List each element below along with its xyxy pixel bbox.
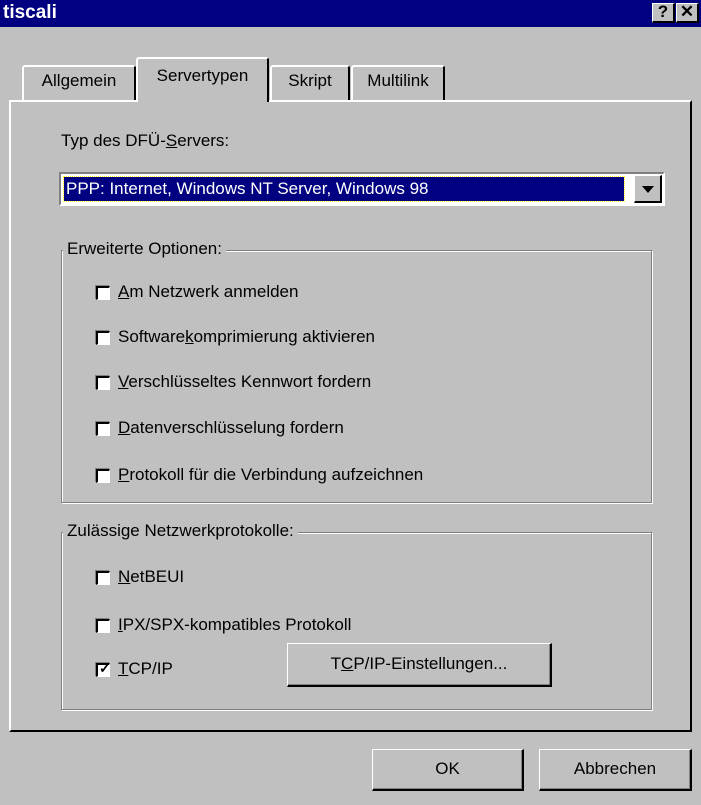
checkbox-data-encryption[interactable]	[96, 422, 110, 436]
checkbox-label-ipx-spx[interactable]: IPX/SPX-kompatibles Protokoll	[118, 615, 351, 635]
tab-label: Multilink	[367, 71, 429, 90]
tab-servertypen[interactable]: Servertypen	[136, 57, 269, 102]
checkbox-netbeui[interactable]	[96, 571, 110, 585]
tab-label: Skript	[288, 71, 332, 90]
close-button[interactable]: ✕	[676, 3, 699, 23]
title-bar[interactable]: tiscali ? ✕	[0, 0, 701, 27]
checkbox-tcpip[interactable]: ✓	[96, 660, 111, 677]
dropdown-button[interactable]	[634, 175, 662, 203]
server-type-select[interactable]: PPP: Internet, Windows NT Server, Window…	[59, 172, 665, 206]
tab-skript[interactable]: Skript	[270, 65, 350, 100]
ok-label: OK	[435, 759, 460, 778]
ok-button[interactable]: OK	[372, 749, 524, 791]
help-icon: ?	[657, 2, 669, 21]
checkbox-label-netbeui[interactable]: NetBEUI	[118, 567, 184, 587]
tab-allgemein[interactable]: Allgemein	[22, 65, 136, 100]
help-button[interactable]: ?	[652, 3, 675, 23]
checkbox-label-encrypted-password[interactable]: Verschlüsseltes Kennwort fordern	[118, 372, 371, 392]
checkbox-encrypted-password[interactable]	[96, 376, 110, 390]
checkbox-ipx-spx[interactable]	[96, 619, 110, 633]
server-type-value: PPP: Internet, Windows NT Server, Window…	[63, 176, 625, 202]
chevron-down-icon	[642, 186, 654, 193]
tcpip-settings-button[interactable]: TCP/IP-Einstellungen...	[287, 643, 552, 687]
checkbox-label-log-protocol[interactable]: Protokoll für die Verbindung aufzeichnen	[118, 465, 423, 485]
checkbox-label-data-encryption[interactable]: Datenverschlüsselung fordern	[118, 418, 344, 438]
close-icon: ✕	[679, 2, 695, 21]
checkbox-software-compression[interactable]	[96, 331, 110, 345]
cancel-button[interactable]: Abbrechen	[539, 749, 692, 791]
window-title: tiscali	[3, 2, 57, 23]
checkbox-log-protocol[interactable]	[96, 469, 110, 483]
checkmark-icon: ✓	[99, 660, 111, 676]
tab-multilink[interactable]: Multilink	[351, 65, 445, 100]
checkbox-label-software-compression[interactable]: Softwarekomprimierung aktivieren	[118, 327, 375, 347]
checkbox-label-tcpip[interactable]: TCP/IP	[118, 659, 173, 679]
server-type-label: Typ des DFÜ-Servers:	[61, 131, 230, 150]
tab-label: Allgemein	[41, 71, 117, 90]
cancel-label: Abbrechen	[573, 759, 657, 778]
checkbox-label-network-logon[interactable]: Am Netzwerk anmelden	[118, 282, 298, 302]
tab-label: Servertypen	[156, 66, 249, 85]
checkbox-network-logon[interactable]	[96, 286, 110, 300]
